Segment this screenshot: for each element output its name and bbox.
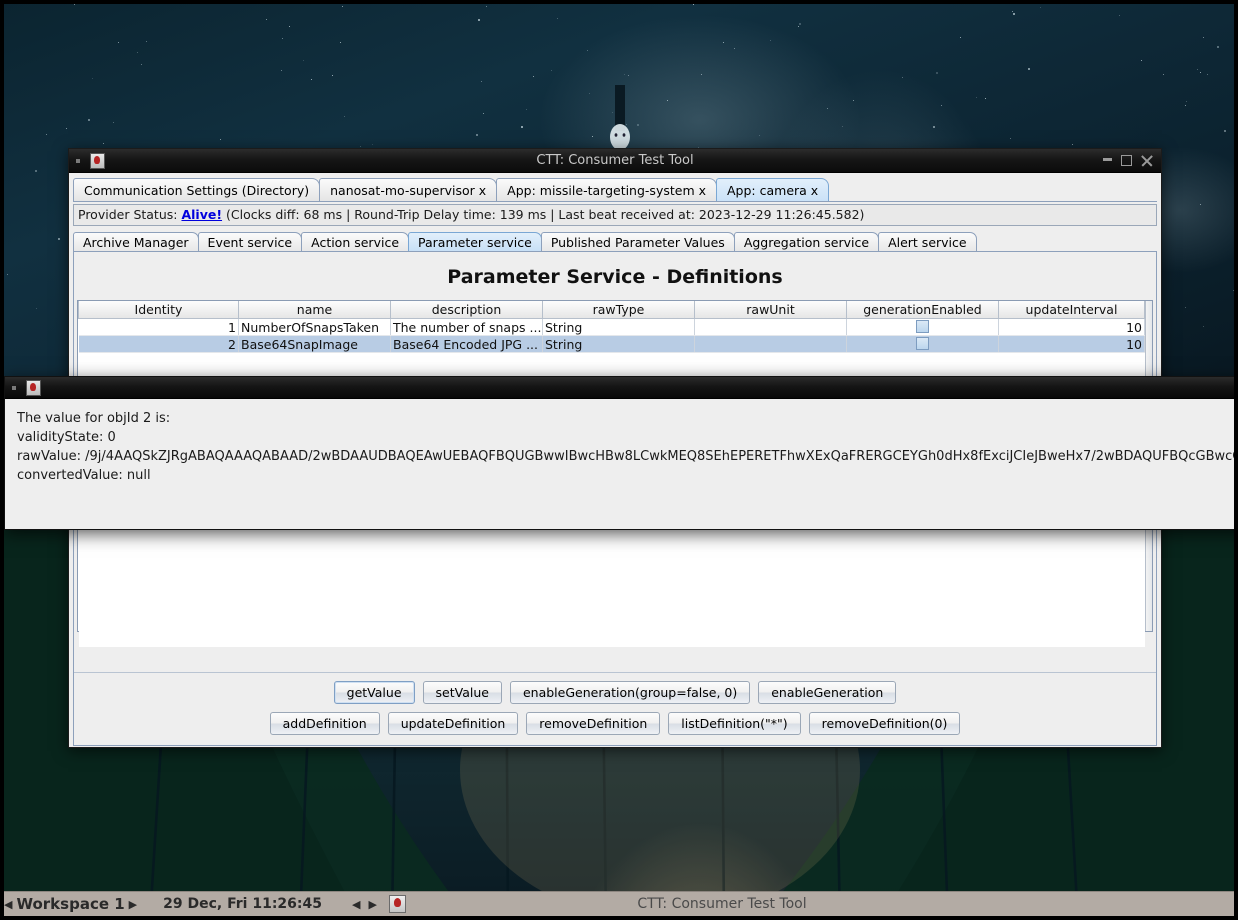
button-row-definitions: addDefinition updateDefinition removeDef… <box>74 712 1156 735</box>
column-header-description[interactable]: description <box>390 301 543 319</box>
cell-name: NumberOfSnapsTaken <box>238 318 391 336</box>
cell-updateinterval: 10 <box>998 335 1145 353</box>
table-row[interactable]: 2 Base64SnapImage Base64 Encoded JPG ...… <box>78 335 1145 353</box>
java-task-icon[interactable] <box>388 895 406 913</box>
add-definition-button[interactable]: addDefinition <box>269 712 380 735</box>
table-header-row: Identity name description rawType rawUni… <box>78 301 1145 319</box>
screen-bezel-left <box>0 0 4 920</box>
provider-status-prefix: Provider Status: <box>78 207 182 222</box>
next-arrow-icon[interactable]: ▶ <box>125 898 141 911</box>
dialog-line-validity-state: validityState: 0 <box>17 430 116 445</box>
window-controls[interactable] <box>1103 155 1161 167</box>
tab-nanosat-mo-supervisor[interactable]: nanosat-mo-supervisor x <box>319 178 498 202</box>
get-value-button[interactable]: getValue <box>333 681 415 704</box>
button-row-values: getValue setValue enableGeneration(group… <box>74 681 1156 704</box>
tab-aggregation-service[interactable]: Aggregation service <box>733 232 880 252</box>
java-app-icon <box>90 152 105 169</box>
tab-communication-settings[interactable]: Communication Settings (Directory) <box>73 178 321 202</box>
dialog-line-converted-value: convertedValue: null <box>17 468 151 483</box>
remove-definition-button[interactable]: removeDefinition <box>526 712 661 735</box>
list-definition-button[interactable]: listDefinition("*") <box>668 712 801 735</box>
cell-updateinterval: 10 <box>998 318 1145 336</box>
tab-parameter-service[interactable]: Parameter service <box>408 232 542 252</box>
provider-status-state[interactable]: Alive! <box>181 207 222 222</box>
taskbar-clock: 29 Dec, Fri 11:26:45 <box>163 896 322 912</box>
taskbar[interactable]: ◀ Workspace 1 ▶ 29 Dec, Fri 11:26:45 ◀ ▶… <box>0 891 1238 916</box>
service-tab-bar[interactable]: Archive Manager Event service Action ser… <box>73 230 1157 252</box>
screen-bezel-top <box>0 0 1238 4</box>
cell-rawtype: String <box>542 318 695 336</box>
minimize-icon[interactable] <box>1103 158 1112 161</box>
provider-status-bar: Provider Status: Alive! (Clocks diff: 68… <box>73 204 1157 226</box>
cell-rawtype: String <box>542 335 695 353</box>
tab-alert-service[interactable]: Alert service <box>878 232 977 252</box>
column-header-generationenabled[interactable]: generationEnabled <box>846 301 999 319</box>
cell-rawunit <box>694 335 847 353</box>
cell-rawunit <box>694 318 847 336</box>
maximize-icon[interactable] <box>1121 155 1132 166</box>
dialog-menu-dot-icon[interactable] <box>12 385 16 390</box>
tab-action-service[interactable]: Action service <box>301 232 410 252</box>
column-header-updateinterval[interactable]: updateInterval <box>998 301 1145 319</box>
tab-published-parameter-values[interactable]: Published Parameter Values <box>540 232 735 252</box>
screen-bezel-right <box>1234 0 1238 920</box>
generation-enabled-checkbox[interactable] <box>916 336 929 350</box>
set-value-button[interactable]: setValue <box>422 681 502 704</box>
enable-generation-button[interactable]: enableGeneration <box>758 681 897 704</box>
tab-missile-targeting-system[interactable]: App: missile-targeting-system x <box>496 178 717 202</box>
dialog-titlebar[interactable] <box>5 377 1238 399</box>
cell-name: Base64SnapImage <box>238 335 391 353</box>
workspace-label[interactable]: Workspace 1 <box>16 895 124 913</box>
window-titlebar[interactable]: CTT: Consumer Test Tool <box>69 149 1161 173</box>
table-row[interactable]: 1 NumberOfSnapsTaken The number of snaps… <box>78 318 1145 336</box>
java-app-icon <box>26 379 41 396</box>
taskbar-pager[interactable]: ◀ ▶ <box>348 898 381 911</box>
tab-camera[interactable]: App: camera x <box>716 178 830 202</box>
column-header-rawtype[interactable]: rawType <box>542 301 695 319</box>
window-menu-dot-icon[interactable] <box>76 158 80 163</box>
dialog-line-raw-value: rawValue: /9j/4AAQSkZJRgABAQAAAQABAAD/2w… <box>17 449 1238 464</box>
remove-definition-zero-button[interactable]: removeDefinition(0) <box>808 712 961 735</box>
update-definition-button[interactable]: updateDefinition <box>387 712 519 735</box>
column-header-name[interactable]: name <box>238 301 391 319</box>
column-header-rawunit[interactable]: rawUnit <box>694 301 847 319</box>
close-icon[interactable] <box>1141 155 1153 167</box>
dialog-line-title: The value for objId 2 is: <box>17 411 171 426</box>
window-title: CTT: Consumer Test Tool <box>536 153 694 168</box>
cell-generationenabled[interactable] <box>846 318 999 336</box>
provider-status-details: (Clocks diff: 68 ms | Round-Trip Delay t… <box>222 207 865 222</box>
tab-event-service[interactable]: Event service <box>197 232 303 252</box>
cell-identity: 2 <box>78 335 239 353</box>
cell-identity: 1 <box>78 318 239 336</box>
cell-generationenabled[interactable] <box>846 335 999 353</box>
cell-description: Base64 Encoded JPG ... <box>390 335 543 353</box>
taskbar-task-name[interactable]: CTT: Consumer Test Tool <box>406 896 1238 912</box>
dialog-message: The value for objId 2 is: validityState:… <box>5 399 1238 517</box>
column-header-identity[interactable]: Identity <box>78 301 239 319</box>
generation-enabled-checkbox[interactable] <box>916 319 929 333</box>
tab-underline <box>73 201 1157 202</box>
tab-archive-manager[interactable]: Archive Manager <box>73 232 199 252</box>
pager-next-icon[interactable]: ▶ <box>364 898 380 911</box>
app-tab-bar[interactable]: Communication Settings (Directory) nanos… <box>73 177 1157 202</box>
cell-description: The number of snaps ... <box>390 318 543 336</box>
screen-bezel-bottom <box>0 916 1238 920</box>
page-title: Parameter Service - Definitions <box>447 266 783 288</box>
action-button-area: getValue setValue enableGeneration(group… <box>74 672 1156 745</box>
value-dialog[interactable]: The value for objId 2 is: validityState:… <box>4 376 1238 530</box>
enable-generation-group-button[interactable]: enableGeneration(group=false, 0) <box>509 681 751 704</box>
pager-prev-icon[interactable]: ◀ <box>348 898 364 911</box>
